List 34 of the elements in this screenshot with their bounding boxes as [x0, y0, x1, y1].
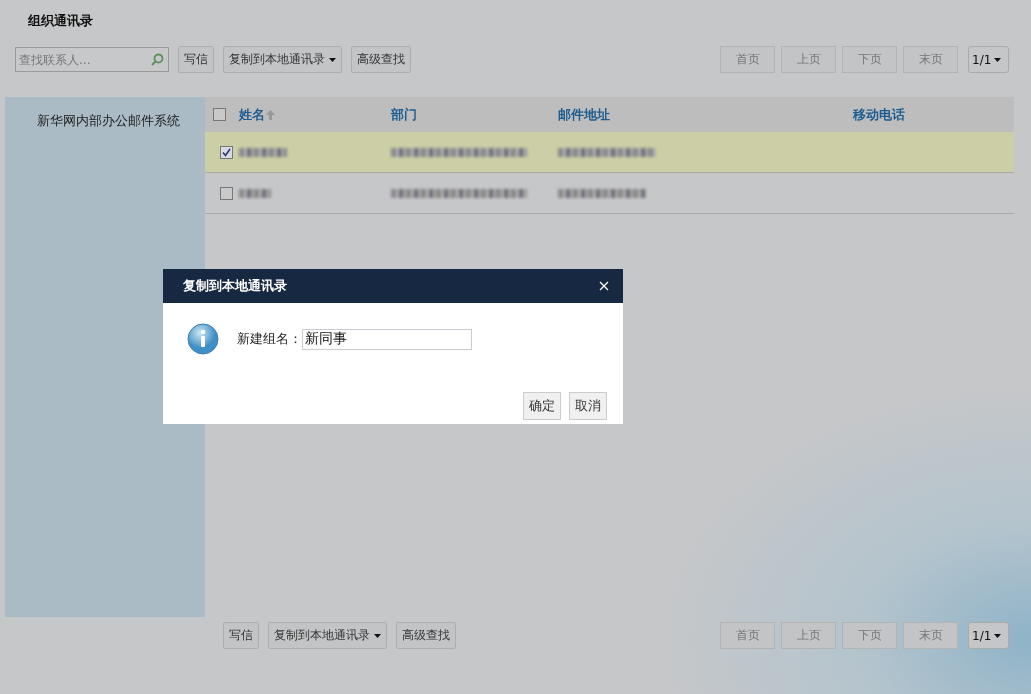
- dropdown-button[interactable]: 复制到本地通讯录: [223, 46, 342, 73]
- caret-icon: [994, 633, 1002, 638]
- toolbar-button[interactable]: 高级查找: [351, 46, 411, 73]
- sort-arrow-icon: [266, 109, 275, 120]
- check-icon: [222, 147, 231, 157]
- dropdown-button[interactable]: 复制到本地通讯录: [268, 622, 387, 649]
- page-title: 组织通讯录: [27, 12, 94, 30]
- caret-icon: [329, 57, 336, 62]
- field-label: 新建组名：: [237, 330, 302, 348]
- select-all-checkbox[interactable]: [213, 108, 226, 121]
- search-field[interactable]: 查找联系人...: [15, 47, 169, 72]
- toolbar-button[interactable]: 写信: [223, 622, 259, 649]
- caret-icon: [374, 633, 381, 638]
- row-checkbox[interactable]: [220, 186, 233, 200]
- sidebar-item[interactable]: 新华网内部办公邮件系统: [5, 112, 205, 130]
- search-icon: [151, 53, 164, 66]
- column-header[interactable]: 邮件地址: [558, 105, 853, 124]
- column-header[interactable]: 姓名: [239, 105, 391, 124]
- close-button[interactable]: [597, 279, 611, 293]
- row-checkbox[interactable]: [220, 145, 233, 159]
- dialog-title: 复制到本地通讯录: [183, 277, 287, 295]
- info-icon: [187, 323, 219, 355]
- column-header[interactable]: 移动电话: [853, 105, 1014, 124]
- column-header[interactable]: 部门: [391, 105, 558, 124]
- caret-icon: [994, 57, 1002, 62]
- group-name-field[interactable]: 新同事: [302, 328, 472, 350]
- blurred-text: [239, 188, 271, 198]
- page-select[interactable]: 1/1: [968, 46, 1009, 73]
- blurred-text: [239, 147, 287, 157]
- dialog-button[interactable]: 确定: [523, 392, 561, 420]
- page-select[interactable]: 1/1: [968, 622, 1009, 649]
- dialog-button[interactable]: 取消: [569, 392, 607, 420]
- toolbar-button[interactable]: 高级查找: [396, 622, 456, 649]
- toolbar-button[interactable]: 写信: [178, 46, 214, 73]
